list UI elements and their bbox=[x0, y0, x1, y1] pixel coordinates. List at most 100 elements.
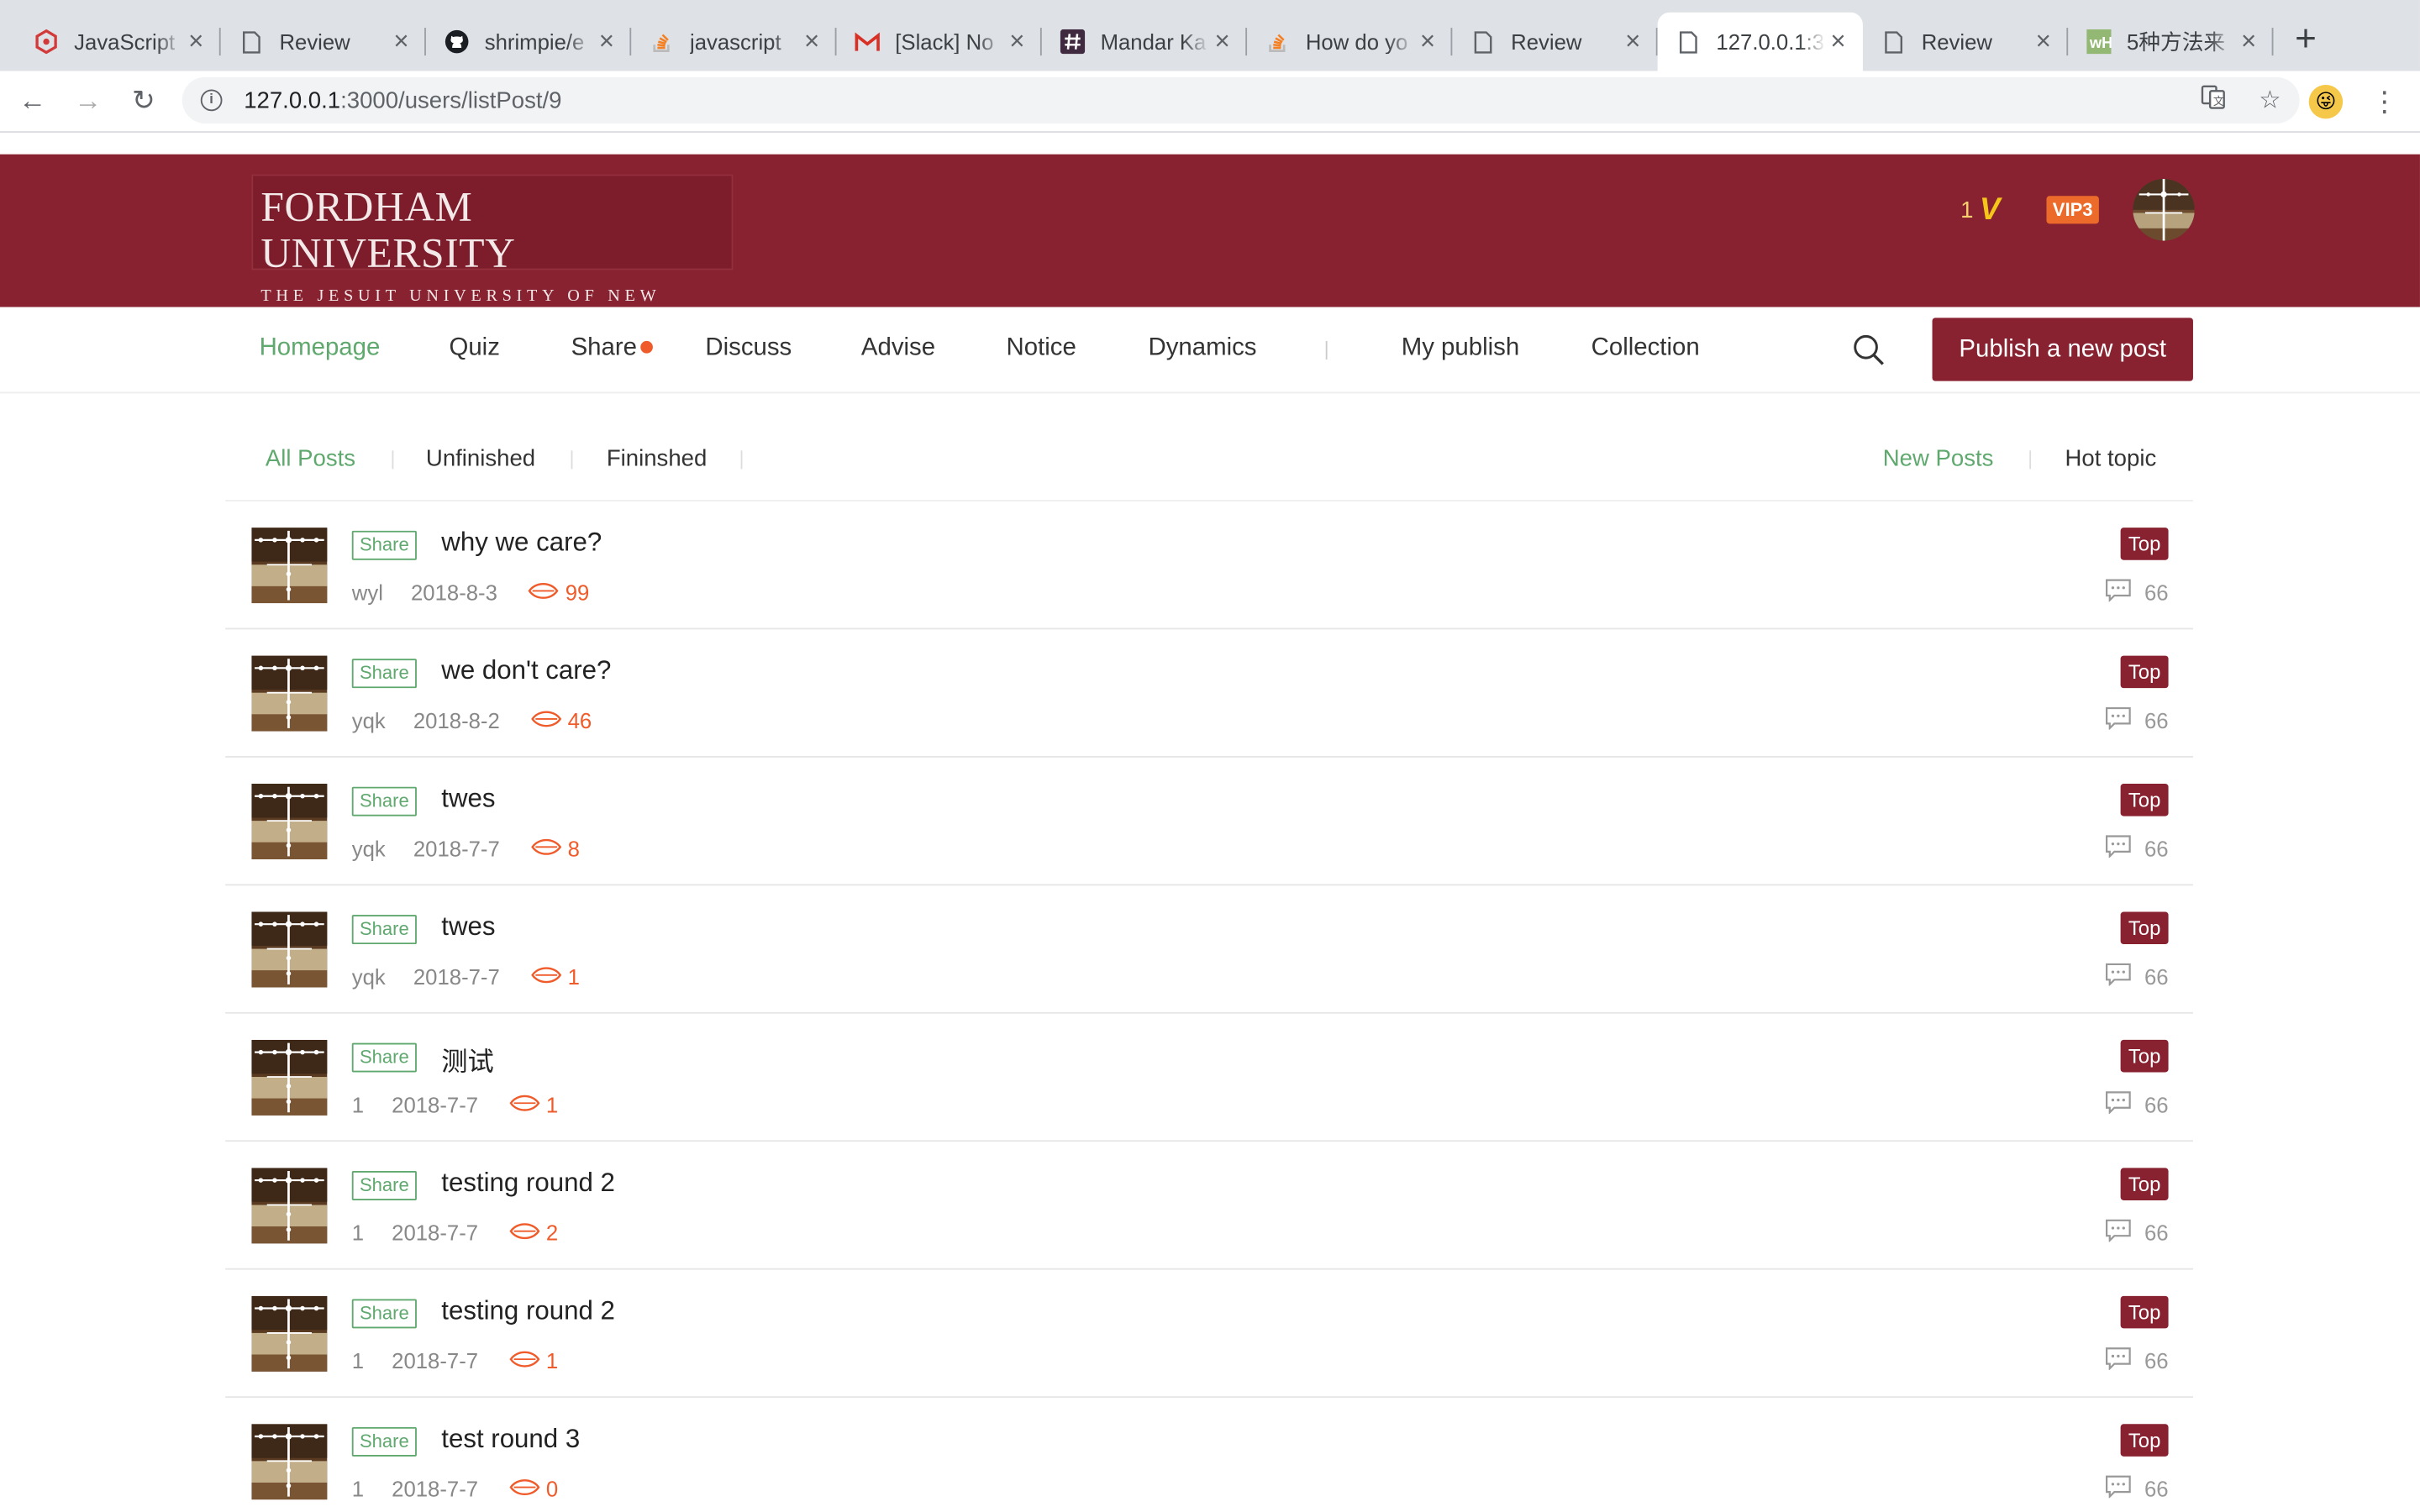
post-author-avatar[interactable] bbox=[251, 1295, 328, 1372]
post-author[interactable]: 1 bbox=[352, 1092, 364, 1116]
filter-all-posts[interactable]: All Posts bbox=[266, 446, 355, 472]
tab-close-icon[interactable]: × bbox=[1621, 26, 1645, 57]
profile-avatar-icon[interactable]: 😜 bbox=[2308, 85, 2344, 119]
post-author-avatar[interactable] bbox=[251, 528, 328, 604]
post-comments[interactable]: 66 bbox=[2106, 963, 2169, 990]
post-author-avatar[interactable] bbox=[251, 655, 328, 732]
filter-unfinished[interactable]: Unfinished bbox=[426, 446, 535, 472]
nav-discuss[interactable]: Discuss bbox=[705, 335, 792, 363]
post-title[interactable]: testing round 2 bbox=[441, 1168, 615, 1199]
reload-icon[interactable]: ↻ bbox=[120, 85, 166, 118]
post-author[interactable]: yqk bbox=[352, 964, 386, 989]
tab-close-icon[interactable]: × bbox=[184, 26, 208, 57]
post-author[interactable]: yqk bbox=[352, 708, 386, 732]
post-author-avatar[interactable] bbox=[251, 1168, 328, 1244]
tab-close-icon[interactable]: × bbox=[2236, 26, 2260, 57]
tab-close-icon[interactable]: × bbox=[1415, 26, 1439, 57]
tab-close-icon[interactable]: × bbox=[594, 26, 618, 57]
browser-menu-icon[interactable]: ⋮ bbox=[2370, 86, 2398, 118]
address-bar[interactable]: i 127.0.0.1:3000/users/listPost/9 文 ☆ bbox=[182, 76, 2300, 123]
post-author[interactable]: yqk bbox=[352, 836, 386, 860]
back-arrow-icon[interactable]: ← bbox=[9, 85, 55, 118]
post-comments[interactable]: 66 bbox=[2106, 1091, 2169, 1119]
filter-finished[interactable]: Fininshed bbox=[607, 446, 707, 472]
post-category-tag[interactable]: Share bbox=[351, 530, 417, 560]
post-title[interactable]: testing round 2 bbox=[441, 1296, 615, 1327]
post-comments[interactable]: 66 bbox=[2106, 706, 2169, 734]
browser-tab[interactable]: shrimpie/e × bbox=[426, 13, 632, 71]
post-row[interactable]: Share twes yqk 2018-7-7 1 Top 66 bbox=[225, 885, 2193, 1014]
post-row[interactable]: Share testing round 2 1 2018-7-7 1 Top 6… bbox=[225, 1270, 2193, 1399]
post-author[interactable]: wyl bbox=[352, 580, 383, 605]
nav-collection[interactable]: Collection bbox=[1591, 335, 1700, 363]
post-title[interactable]: why we care? bbox=[441, 528, 602, 559]
nav-notice[interactable]: Notice bbox=[1007, 335, 1076, 363]
post-comments[interactable]: 66 bbox=[2106, 579, 2169, 606]
post-row[interactable]: Share twes yqk 2018-7-7 8 Top 66 bbox=[225, 758, 2193, 886]
browser-tab[interactable]: [Slack] No × bbox=[836, 13, 1042, 71]
post-category-tag[interactable]: Share bbox=[351, 659, 417, 689]
bookmark-star-icon[interactable]: ☆ bbox=[2259, 85, 2281, 118]
nav-homepage[interactable]: Homepage bbox=[260, 335, 381, 363]
post-title[interactable]: test round 3 bbox=[441, 1424, 580, 1455]
user-avatar[interactable] bbox=[2133, 179, 2195, 241]
tab-close-icon[interactable]: × bbox=[799, 26, 823, 57]
post-author-avatar[interactable] bbox=[251, 1424, 328, 1500]
browser-tab-active[interactable]: 127.0.0.1:3 × bbox=[1657, 12, 1863, 71]
browser-tab[interactable]: Review × bbox=[221, 13, 426, 71]
tab-close-icon[interactable]: × bbox=[1210, 26, 1234, 57]
publish-new-post-button[interactable]: Publish a new post bbox=[1932, 318, 2193, 381]
post-row[interactable]: Share 测试 1 2018-7-7 1 Top 66 bbox=[225, 1014, 2193, 1142]
browser-tab[interactable]: Review × bbox=[1452, 13, 1658, 71]
browser-tab[interactable]: JavaScript × bbox=[15, 13, 221, 71]
post-category-tag[interactable]: Share bbox=[351, 786, 417, 816]
post-category-tag[interactable]: Share bbox=[351, 915, 417, 945]
sort-hot-topic[interactable]: Hot topic bbox=[2065, 446, 2157, 472]
nav-share[interactable]: Share bbox=[571, 335, 653, 363]
tab-close-icon[interactable]: × bbox=[389, 26, 413, 57]
university-logo[interactable]: FORDHAM UNIVERSITY THE JESUIT UNIVERSITY… bbox=[251, 174, 734, 324]
post-author-avatar[interactable] bbox=[251, 911, 328, 988]
post-comments[interactable]: 66 bbox=[2106, 1347, 2169, 1374]
post-row[interactable]: Share test round 3 1 2018-7-7 0 Top 66 bbox=[225, 1398, 2193, 1512]
tab-close-icon[interactable]: × bbox=[1005, 26, 1029, 57]
post-comments[interactable]: 66 bbox=[2106, 835, 2169, 863]
post-author-avatar[interactable] bbox=[251, 1039, 328, 1116]
post-date: 2018-7-7 bbox=[392, 1476, 479, 1502]
nav-advise[interactable]: Advise bbox=[861, 335, 935, 363]
browser-tab[interactable]: Mandar Ka × bbox=[1042, 13, 1248, 71]
post-author[interactable]: 1 bbox=[352, 1477, 364, 1501]
post-category-tag[interactable]: Share bbox=[351, 1426, 417, 1457]
nav-my-publish[interactable]: My publish bbox=[1402, 335, 1519, 363]
post-category-tag[interactable]: Share bbox=[351, 1171, 417, 1200]
new-tab-button[interactable]: + bbox=[2295, 18, 2317, 61]
sort-new-posts[interactable]: New Posts bbox=[1883, 446, 1994, 472]
browser-tab[interactable]: javascript × bbox=[631, 13, 837, 71]
tab-close-icon[interactable]: × bbox=[2031, 26, 2055, 57]
browser-tab[interactable]: Review × bbox=[1863, 13, 2069, 71]
translate-icon[interactable]: 文 bbox=[2201, 85, 2225, 118]
nav-quiz[interactable]: Quiz bbox=[449, 335, 499, 363]
tab-close-icon[interactable]: × bbox=[1826, 26, 1850, 57]
post-row[interactable]: Share why we care? wyl 2018-8-3 99 Top 6… bbox=[225, 501, 2193, 630]
post-title[interactable]: 测试 bbox=[441, 1040, 493, 1079]
browser-tab[interactable]: wH 5种方法来 × bbox=[2068, 13, 2274, 71]
browser-tab[interactable]: How do yo × bbox=[1247, 13, 1453, 71]
post-title[interactable]: we don't care? bbox=[441, 656, 611, 687]
post-category-tag[interactable]: Share bbox=[351, 1042, 417, 1073]
nav-dynamics[interactable]: Dynamics bbox=[1149, 335, 1257, 363]
post-row[interactable]: Share testing round 2 1 2018-7-7 2 Top 6… bbox=[225, 1142, 2193, 1270]
post-row[interactable]: Share we don't care? yqk 2018-8-2 46 Top… bbox=[225, 629, 2193, 758]
info-icon[interactable]: i bbox=[200, 89, 223, 112]
post-category-tag[interactable]: Share bbox=[351, 1299, 417, 1329]
post-author[interactable]: 1 bbox=[352, 1348, 364, 1373]
post-comments[interactable]: 66 bbox=[2106, 1475, 2169, 1503]
comment-icon bbox=[2106, 579, 2132, 606]
post-author[interactable]: 1 bbox=[352, 1221, 364, 1245]
post-comments[interactable]: 66 bbox=[2106, 1219, 2169, 1247]
forward-arrow-icon[interactable]: → bbox=[65, 85, 111, 118]
post-title[interactable]: twes bbox=[441, 784, 495, 815]
post-title[interactable]: twes bbox=[441, 911, 495, 942]
post-author-avatar[interactable] bbox=[251, 784, 328, 860]
search-icon[interactable] bbox=[1852, 333, 1886, 375]
